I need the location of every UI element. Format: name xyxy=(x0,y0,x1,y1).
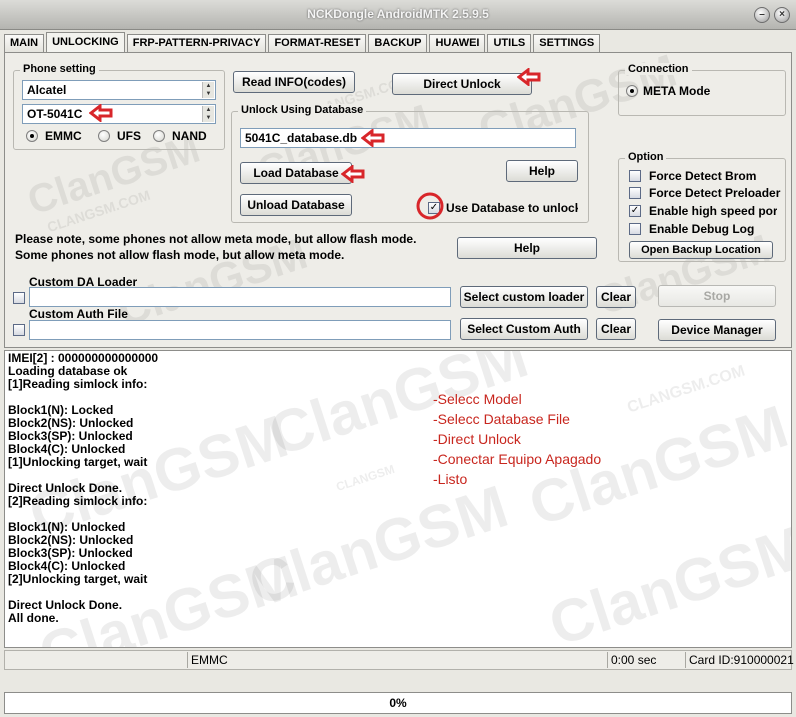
force-detect-preloader-checkbox[interactable] xyxy=(629,187,641,199)
help-database-button[interactable]: Help xyxy=(506,160,578,182)
clear-auth-button[interactable]: Clear xyxy=(596,318,636,340)
custom-auth-label: Custom Auth File xyxy=(29,307,128,321)
connection-group: Connection META Mode xyxy=(618,63,786,116)
model-value: OT-5041C xyxy=(27,107,83,121)
log-line: [1]Reading simlock info: xyxy=(8,377,148,391)
meta-mode-label: META Mode xyxy=(643,84,711,98)
progress-bar: 0% xyxy=(4,692,792,714)
brand-value: Alcatel xyxy=(27,83,67,97)
arrow-left-icon xyxy=(517,68,541,86)
tab-settings[interactable]: SETTINGS xyxy=(533,34,601,52)
custom-da-checkbox[interactable] xyxy=(13,292,25,304)
status-time: 0:00 sec xyxy=(611,653,657,667)
help-button[interactable]: Help xyxy=(457,237,597,259)
tab-frp-pattern-privacy[interactable]: FRP-PATTERN-PRIVACY xyxy=(126,34,267,52)
phone-setting-group: Phone setting Alcatel ▲ ▼ OT-5041C ▲ ▼ EMM… xyxy=(13,63,225,150)
emmc-radio[interactable] xyxy=(26,130,38,142)
option-group: Option Force Detect Brom Force Detect Pr… xyxy=(618,151,786,262)
title-bar: NCKDongle AndroidMTK 2.5.9.5 – × xyxy=(0,0,796,30)
ufs-label: UFS xyxy=(117,129,141,143)
phone-setting-label: Phone setting xyxy=(20,63,99,75)
instruction-step: -Selecc Model xyxy=(433,391,522,407)
ufs-radio[interactable] xyxy=(98,130,110,142)
high-speed-port-label: Enable high speed port xyxy=(649,204,777,218)
custom-auth-checkbox[interactable] xyxy=(13,324,25,336)
force-detect-preloader-label: Force Detect Preloader xyxy=(649,186,781,200)
stop-button[interactable]: Stop xyxy=(658,285,776,307)
instruction-step: -Selecc Database File xyxy=(433,411,570,427)
read-info-button[interactable]: Read INFO(codes) xyxy=(233,71,355,93)
tab-strip: MAIN UNLOCKING FRP-PATTERN-PRIVACY FORMA… xyxy=(4,32,602,52)
custom-auth-input[interactable] xyxy=(29,320,451,340)
emmc-label: EMMC xyxy=(45,129,82,143)
connection-label: Connection xyxy=(625,63,692,75)
status-storage: EMMC xyxy=(191,653,228,667)
device-manager-button[interactable]: Device Manager xyxy=(658,319,776,341)
unload-database-button[interactable]: Unload Database xyxy=(240,194,352,216)
instruction-step: -Direct Unlock xyxy=(433,431,521,447)
instruction-step: -Conectar Equipo Apagado xyxy=(433,451,602,467)
watermark-small: CLANGSM xyxy=(334,461,397,495)
database-file-input[interactable]: 5041C_database.db xyxy=(240,128,576,148)
log-lines: IMEI[2] : 000000000000000 Loading databas… xyxy=(8,352,158,625)
tab-main[interactable]: MAIN xyxy=(4,34,45,52)
direct-unlock-button[interactable]: Direct Unlock xyxy=(392,73,532,95)
note-line-1: Please note, some phones not allow meta … xyxy=(15,232,417,246)
status-card-id: Card ID:910000021 xyxy=(689,653,794,667)
tab-backup[interactable]: BACKUP xyxy=(368,34,428,52)
note-line-2: Some phones not allow flash mode, but al… xyxy=(15,248,345,262)
log-line: [2]Unlocking target, wait xyxy=(8,572,148,586)
progress-text: 0% xyxy=(389,696,407,710)
nand-radio[interactable] xyxy=(153,130,165,142)
arrow-left-icon xyxy=(341,165,365,183)
spinner-icon[interactable]: ▲ ▼ xyxy=(202,82,214,98)
highlight-circle-icon xyxy=(416,192,444,220)
watermark-logo: ClanGSM xyxy=(241,472,516,619)
instruction-steps: -Selecc Model -Selecc Database File -Direc… xyxy=(433,389,601,489)
tab-utils[interactable]: UTILS xyxy=(487,34,532,52)
option-label: Option xyxy=(625,151,667,163)
minimize-button[interactable]: – xyxy=(754,7,770,23)
tab-huawei[interactable]: HUAWEI xyxy=(429,34,486,52)
custom-da-input[interactable] xyxy=(29,287,451,307)
force-detect-brom-checkbox[interactable] xyxy=(629,170,641,182)
clear-loader-button[interactable]: Clear xyxy=(596,286,636,308)
status-bar: EMMC 0:00 sec Card ID:910000021 xyxy=(4,650,794,670)
arrow-left-icon xyxy=(361,129,385,147)
high-speed-port-checkbox[interactable]: ✓ xyxy=(629,205,641,217)
brand-select[interactable]: Alcatel ▲ ▼ xyxy=(22,80,216,100)
select-custom-loader-button[interactable]: Select custom loader xyxy=(460,286,588,308)
log-line: All done. xyxy=(8,611,59,625)
use-database-label: Use Database to unlock xyxy=(446,201,578,215)
spinner-icon[interactable]: ▲ ▼ xyxy=(202,106,214,122)
load-database-button[interactable]: Load Database xyxy=(240,162,352,184)
model-select[interactable]: OT-5041C ▲ ▼ xyxy=(22,104,216,124)
select-custom-auth-button[interactable]: Select Custom Auth xyxy=(460,318,588,340)
close-button[interactable]: × xyxy=(774,7,790,23)
instruction-step: -Listo xyxy=(433,471,468,487)
nand-label: NAND xyxy=(172,129,207,143)
arrow-left-icon xyxy=(89,104,113,122)
watermark-site: CLANGSM.COM xyxy=(625,362,748,417)
watermark-logo: ClanGSM xyxy=(541,512,792,648)
unlock-database-group: Unlock Using Database 5041C_database.db … xyxy=(231,104,589,223)
log-line: [2]Reading simlock info: xyxy=(8,494,148,508)
open-backup-location-button[interactable]: Open Backup Location xyxy=(629,241,773,259)
tab-unlocking[interactable]: UNLOCKING xyxy=(46,32,125,52)
log-output[interactable]: ClanGSM ClanGSM ClanGSM ClanGSM ClanGSM … xyxy=(4,350,792,648)
debug-log-checkbox[interactable] xyxy=(629,223,641,235)
log-line: [1]Unlocking target, wait xyxy=(8,455,148,469)
watermark-site: CLANGSM.COM xyxy=(45,186,153,236)
unlocking-panel: ClanGSM ClanGSM ClanGSM ClanGSM ClanGSM … xyxy=(4,44,792,348)
tab-format-reset[interactable]: FORMAT-RESET xyxy=(268,34,367,52)
meta-mode-radio[interactable] xyxy=(626,85,638,97)
force-detect-brom-label: Force Detect Brom xyxy=(649,169,757,183)
debug-log-label: Enable Debug Log xyxy=(649,222,755,236)
window-title: NCKDongle AndroidMTK 2.5.9.5 xyxy=(307,7,489,21)
unlock-database-label: Unlock Using Database xyxy=(238,104,367,116)
